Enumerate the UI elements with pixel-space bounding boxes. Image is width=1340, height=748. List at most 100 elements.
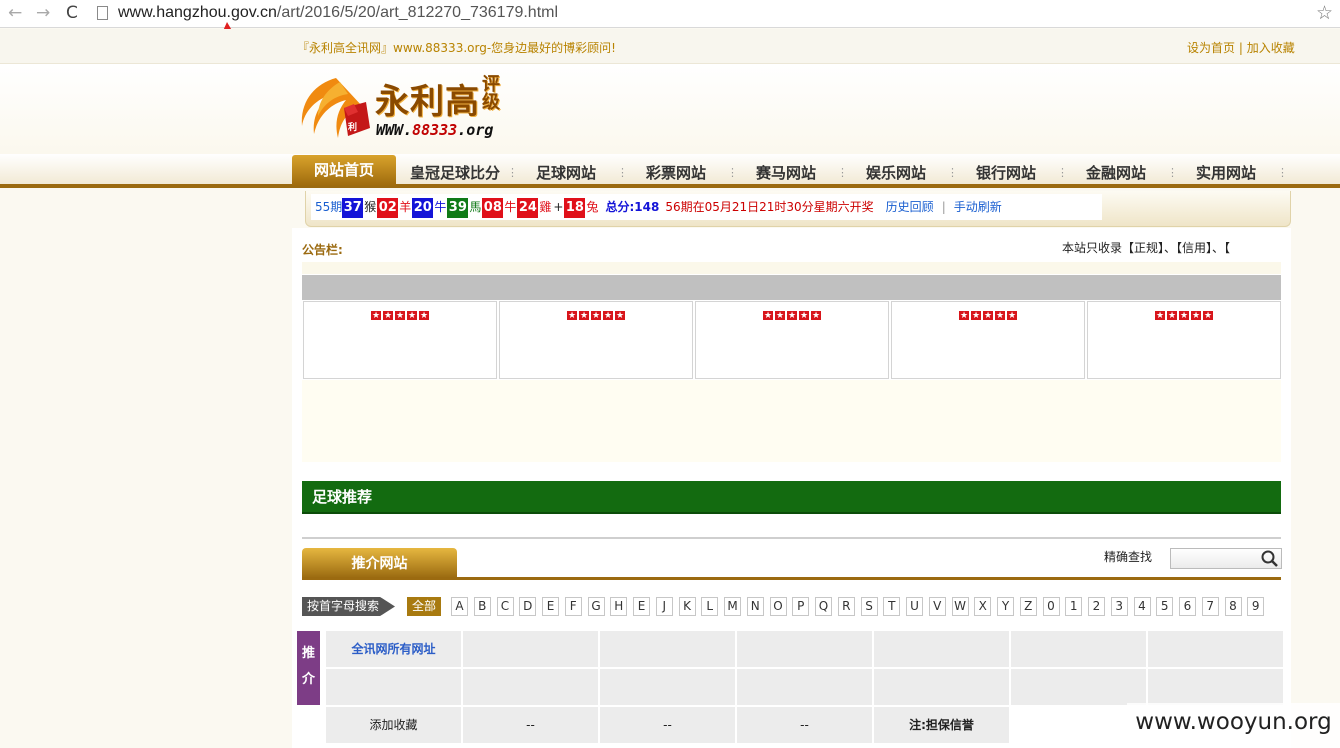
alpha-letter-button[interactable]: N xyxy=(746,597,764,616)
nav-home-tab[interactable]: 网站首页 xyxy=(292,155,396,186)
nav-item-entertainment[interactable]: 娱乐网站 xyxy=(866,162,926,184)
alpha-letter-button[interactable]: J xyxy=(655,597,673,616)
alpha-letter-button[interactable]: 0 xyxy=(1042,597,1060,616)
table-cell-all-sites[interactable]: 全讯网所有网址 xyxy=(326,631,461,667)
nav-item-utility[interactable]: 实用网站 xyxy=(1196,162,1256,184)
rating-stars-icon: ★ ★ ★ ★ ★ xyxy=(958,310,1018,321)
alpha-letter-button[interactable]: R xyxy=(837,597,855,616)
alpha-letter-button[interactable]: 1 xyxy=(1065,597,1083,616)
nav-item-bank[interactable]: 银行网站 xyxy=(976,162,1036,184)
alpha-letter-button[interactable]: 9 xyxy=(1247,597,1265,616)
nav-item-horse-racing[interactable]: 赛马网站 xyxy=(756,162,816,184)
alpha-letter-button[interactable]: Q xyxy=(815,597,832,616)
nav-separator: ⋮ xyxy=(1277,166,1288,179)
alpha-all-button[interactable]: 全部 xyxy=(407,597,441,616)
lottery-total: 总分:148 xyxy=(605,200,660,214)
table-cell xyxy=(874,669,1009,705)
alpha-letter-button[interactable]: 5 xyxy=(1156,597,1174,616)
table-cell xyxy=(1148,669,1283,705)
lottery-ball: 24 xyxy=(517,198,539,218)
alpha-letter-button[interactable]: 8 xyxy=(1224,597,1242,616)
refresh-link[interactable]: 手动刷新 xyxy=(954,200,1002,214)
alpha-letter-button[interactable]: C xyxy=(496,597,514,616)
nav-separator: ⋮ xyxy=(727,166,738,179)
alpha-letter-button[interactable]: X xyxy=(974,597,992,616)
table-cell: -- xyxy=(737,707,872,743)
history-link[interactable]: 历史回顾 xyxy=(886,200,934,214)
alpha-letter-button[interactable]: T xyxy=(883,597,901,616)
alpha-letter-button[interactable]: V xyxy=(928,597,946,616)
alpha-letter-button[interactable]: F xyxy=(564,597,582,616)
nav-separator: ⋮ xyxy=(617,166,628,179)
logo-subtitle: 评级 xyxy=(482,74,500,113)
alpha-letter-button[interactable]: P xyxy=(792,597,810,616)
table-cell: -- xyxy=(600,707,735,743)
tab-underline xyxy=(302,577,1281,580)
back-arrow-icon[interactable]: ← xyxy=(8,3,22,23)
ad-header-bar xyxy=(302,275,1281,300)
lottery-zodiac: 雞 xyxy=(539,200,552,214)
logo-die-char: 利 xyxy=(347,121,357,133)
rating-stars-icon: ★ ★ ★ ★ ★ xyxy=(566,310,626,321)
alpha-letter-button[interactable]: A xyxy=(451,597,468,616)
alpha-letter-button[interactable]: 4 xyxy=(1133,597,1151,616)
alpha-letter-button[interactable]: H xyxy=(610,597,628,616)
ad-slot[interactable]: ★ ★ ★ ★ ★ xyxy=(303,301,497,379)
nav-item-live-score[interactable]: 皇冠足球比分 xyxy=(410,162,500,184)
section-divider xyxy=(302,537,1281,539)
alpha-letter-button[interactable]: E xyxy=(542,597,559,616)
address-bar[interactable]: www.hangzhou.gov.cn/art/2016/5/20/art_81… xyxy=(118,4,558,22)
site-topbar xyxy=(0,29,1340,64)
table-cell xyxy=(600,669,735,705)
table-cell xyxy=(600,631,735,667)
alpha-letter-button[interactable]: K xyxy=(678,597,696,616)
logo-url-prefix: WWW. xyxy=(376,121,413,139)
table-cell xyxy=(326,669,461,705)
ad-slot[interactable]: ★ ★ ★ ★ ★ xyxy=(1087,301,1281,379)
set-home-link[interactable]: 设为首页 xyxy=(1187,41,1235,55)
alpha-letter-button[interactable]: 6 xyxy=(1179,597,1196,616)
alpha-letter-button[interactable]: Z xyxy=(1019,597,1037,616)
football-section-header: 足球推荐 xyxy=(302,481,1281,514)
search-label: 精确查找 xyxy=(1104,550,1153,564)
alpha-letter-button[interactable]: 7 xyxy=(1201,597,1219,616)
bookmark-link[interactable]: 加入收藏 xyxy=(1247,41,1295,55)
alpha-letter-button[interactable]: D xyxy=(519,597,537,616)
table-cell xyxy=(463,631,598,667)
notice-label: 公告栏: xyxy=(302,243,343,257)
ad-slot[interactable]: ★ ★ ★ ★ ★ xyxy=(695,301,889,379)
search-icon[interactable] xyxy=(1259,549,1281,568)
nav-item-football[interactable]: 足球网站 xyxy=(536,162,596,184)
alpha-letter-button[interactable]: E xyxy=(633,597,650,616)
bookmark-star-icon[interactable]: ☆ xyxy=(1316,2,1333,24)
nav-separator: ⋮ xyxy=(507,166,518,179)
forward-arrow-icon[interactable]: → xyxy=(36,3,50,23)
ad-slot[interactable]: ★ ★ ★ ★ ★ xyxy=(891,301,1085,379)
rating-stars-icon: ★ ★ ★ ★ ★ xyxy=(762,310,822,321)
lottery-plus: + xyxy=(553,200,564,214)
alpha-letter-button[interactable]: Y xyxy=(997,597,1014,616)
alpha-letter-button[interactable]: 2 xyxy=(1088,597,1105,616)
tab-recommended-sites[interactable]: 推介网站 xyxy=(302,548,457,578)
table-cell xyxy=(1011,669,1146,705)
lottery-next-draw: 56期在05月21日21时30分星期六开奖 xyxy=(665,200,874,214)
alpha-letter-button[interactable]: L xyxy=(701,597,719,616)
table-cell xyxy=(463,669,598,705)
notice-band xyxy=(302,262,1281,274)
alpha-letter-button[interactable]: O xyxy=(769,597,787,616)
ad-slot[interactable]: ★ ★ ★ ★ ★ xyxy=(499,301,693,379)
side-tag-char: 推 xyxy=(301,646,315,661)
alpha-letter-button[interactable]: 3 xyxy=(1110,597,1128,616)
reload-icon[interactable]: C xyxy=(66,3,78,23)
alpha-letter-button[interactable]: U xyxy=(906,597,923,616)
nav-item-finance[interactable]: 金融网站 xyxy=(1086,162,1146,184)
alpha-letter-button[interactable]: W xyxy=(951,597,969,616)
alpha-letter-button[interactable]: G xyxy=(587,597,605,616)
add-bookmark-cell[interactable]: 添加收藏 xyxy=(326,707,461,743)
lottery-results: 55期37 猴 02 羊 20 牛 39 馬 08 牛 24 雞 +18 兔总分:148 56期在05月21… xyxy=(315,197,1002,218)
alpha-letter-button[interactable]: S xyxy=(860,597,878,616)
nav-item-lottery[interactable]: 彩票网站 xyxy=(646,162,706,184)
alpha-letter-button[interactable]: M xyxy=(724,597,741,616)
nav-separator: ⋮ xyxy=(1057,166,1068,179)
alpha-letter-button[interactable]: B xyxy=(473,597,491,616)
